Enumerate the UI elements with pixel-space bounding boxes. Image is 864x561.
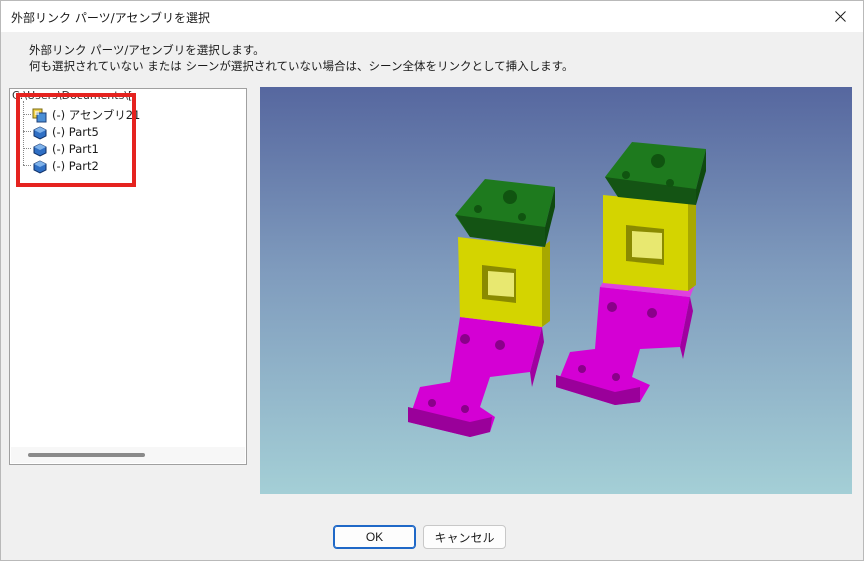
title-bar: 外部リンク パーツ/アセンブリを選択 [1,1,863,32]
3d-preview-viewport[interactable] [260,87,852,494]
window-title: 外部リンク パーツ/アセンブリを選択 [11,11,211,25]
close-icon [834,11,846,22]
scrollbar-thumb[interactable] [28,453,145,457]
ok-button[interactable]: OK [333,525,416,549]
close-button[interactable] [817,1,863,32]
description-line-2: 何も選択されていない または シーンが選択されていない場合は、シーン全体をリンク… [29,59,574,73]
cancel-button[interactable]: キャンセル [423,525,506,549]
annotation-highlight-box [16,93,136,187]
right-assembly [556,142,706,405]
dialog-window: 外部リンク パーツ/アセンブリを選択 外部リンク パーツ/アセンブリを選択します… [0,0,864,561]
3d-scene [408,142,706,437]
horizontal-scrollbar[interactable] [11,447,245,463]
description-line-1: 外部リンク パーツ/アセンブリを選択します。 [29,43,265,57]
left-assembly [408,179,555,437]
